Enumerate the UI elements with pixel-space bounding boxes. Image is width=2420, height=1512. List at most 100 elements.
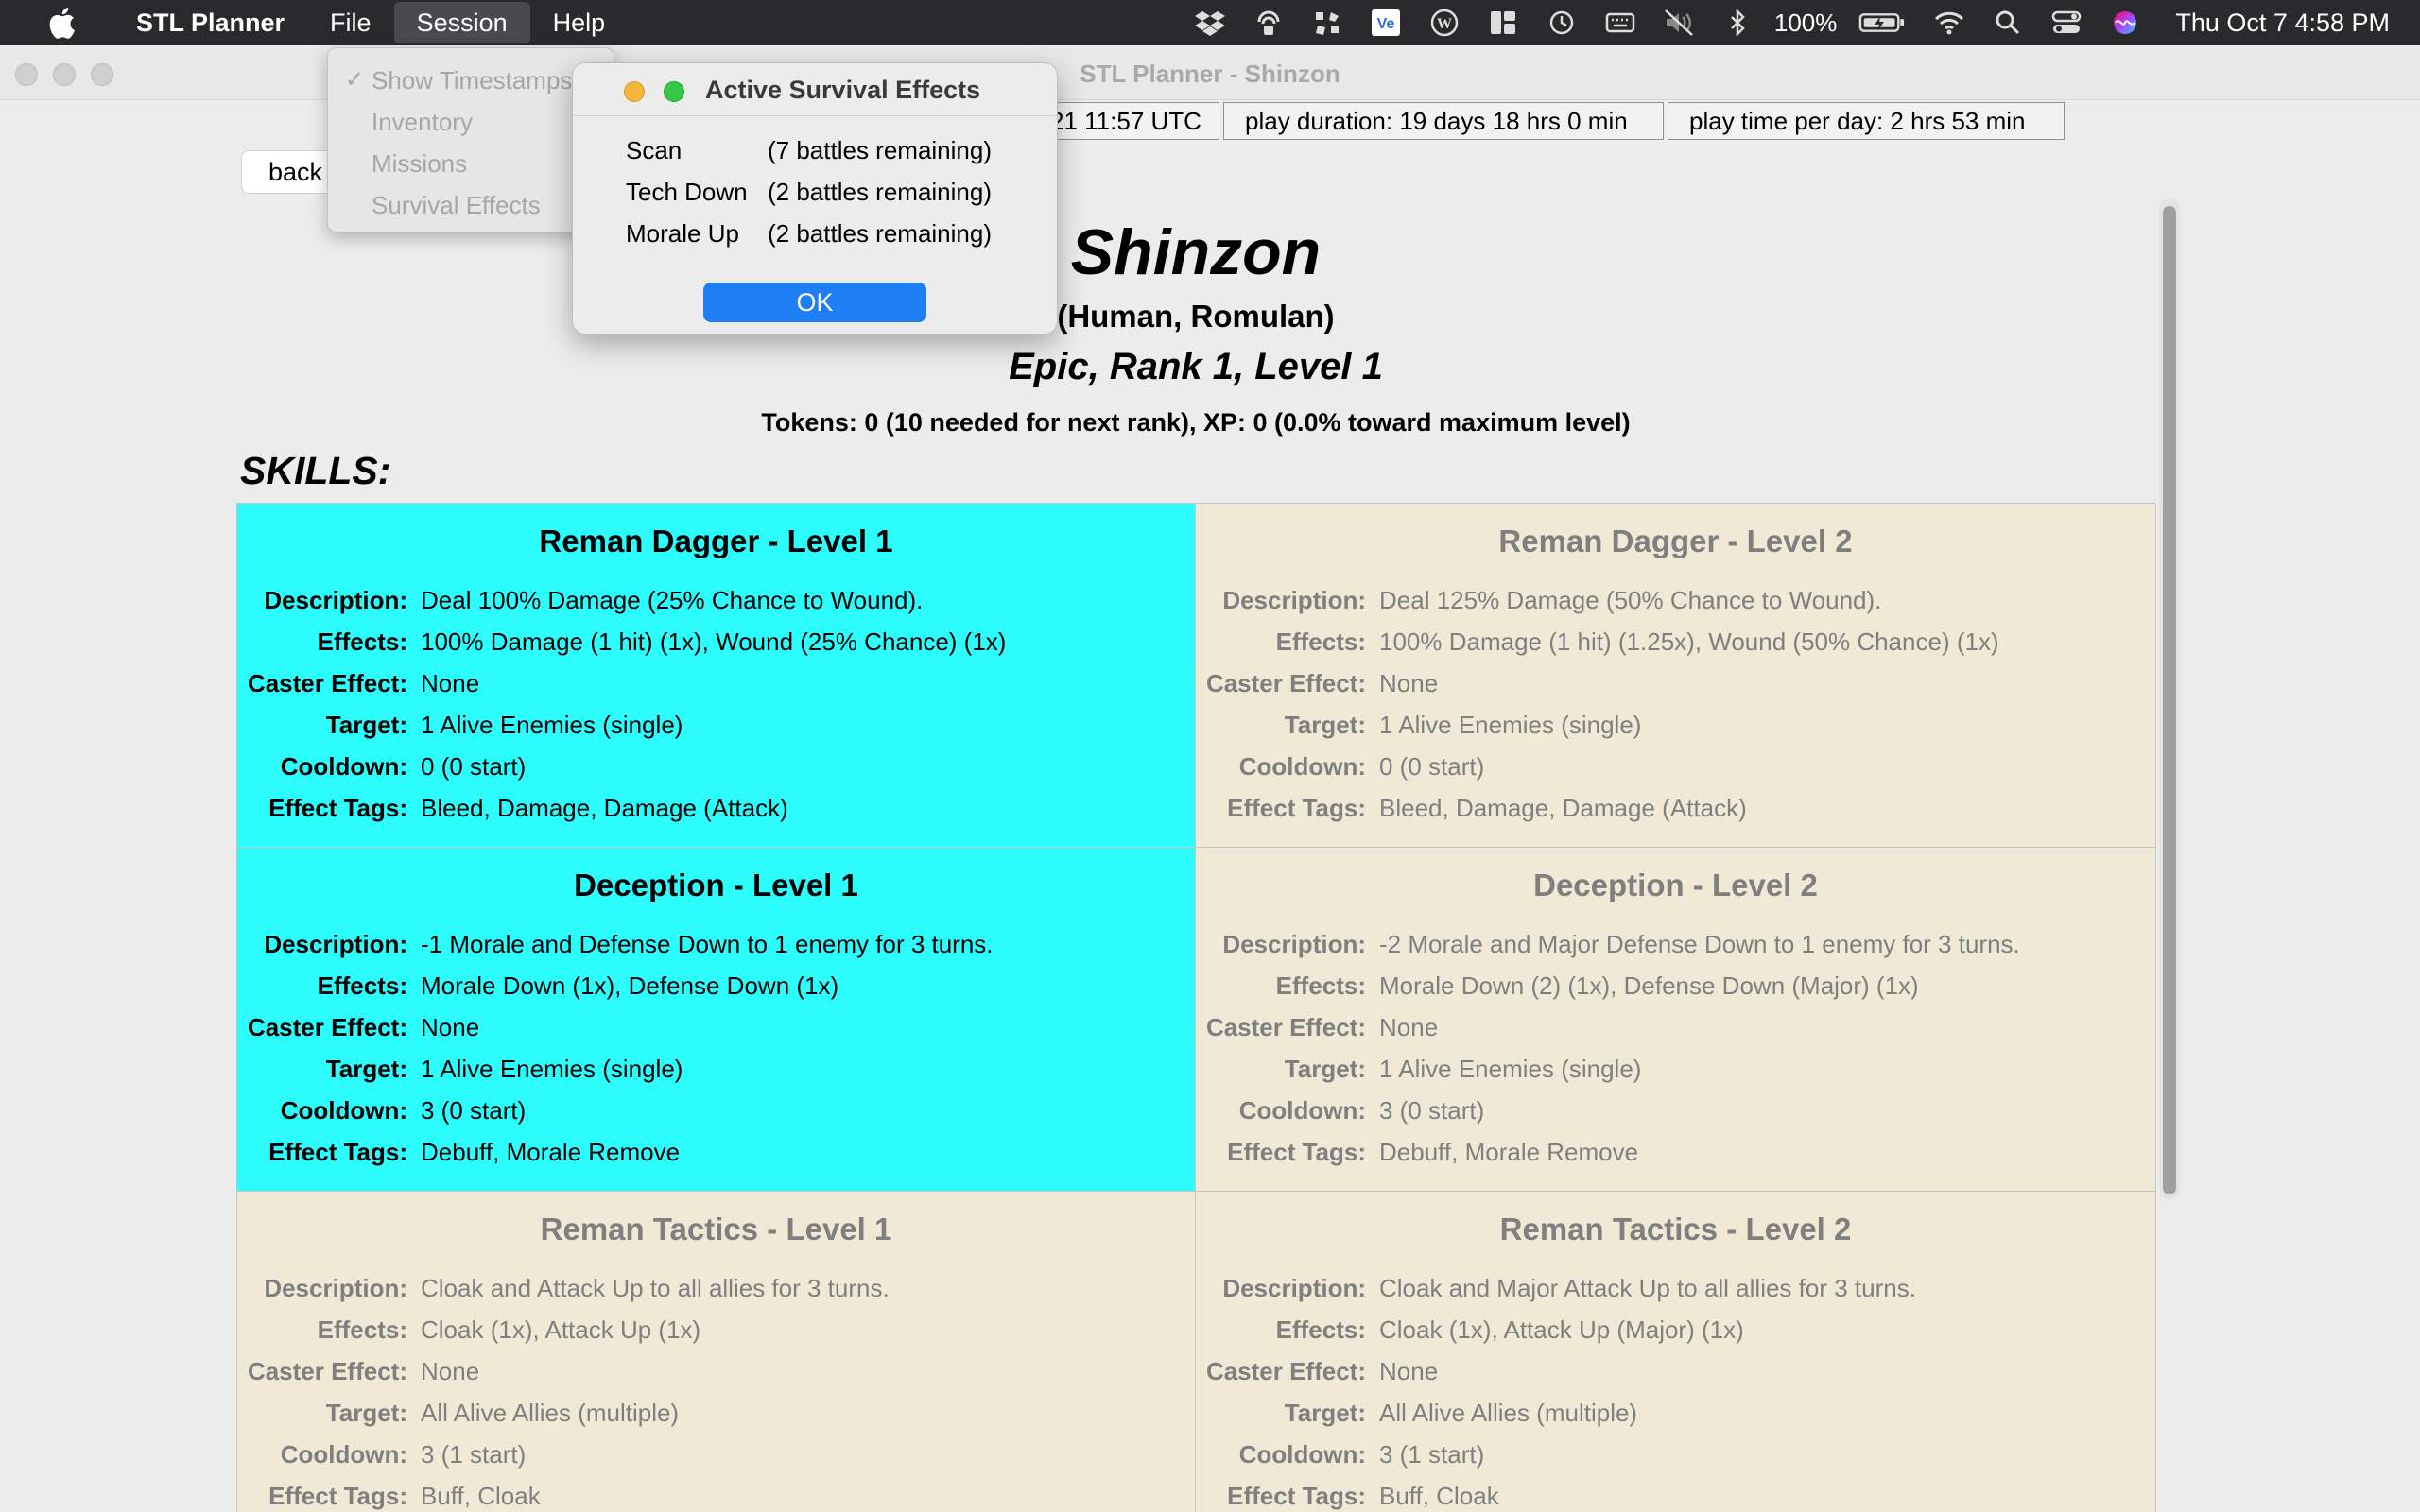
play-duration-box: play duration: 19 days 18 hrs 0 min — [1223, 102, 1664, 140]
effects-label: Effects: — [317, 627, 407, 656]
wifi-icon[interactable] — [1933, 9, 1965, 37]
menu-item-label: Survival Effects — [372, 191, 541, 219]
target-label: Target: — [325, 1399, 407, 1427]
skill-caster-effect: None — [421, 1357, 480, 1385]
menu-item-survival-effects[interactable]: Survival Effects — [328, 184, 614, 226]
radar-icon[interactable] — [1253, 9, 1285, 37]
skill-description: Cloak and Attack Up to all allies for 3 … — [421, 1274, 890, 1302]
target-label: Target: — [325, 1055, 407, 1083]
control-center-icon[interactable] — [2050, 9, 2083, 37]
menu-item-inventory[interactable]: Inventory — [328, 101, 614, 143]
skill-effect-tags: Bleed, Damage, Damage (Attack) — [421, 794, 788, 822]
time-machine-icon[interactable] — [1546, 9, 1578, 37]
skill-target: All Alive Allies (multiple) — [1379, 1399, 1638, 1427]
play-time-per-day-box: play time per day: 2 hrs 53 min — [1668, 102, 2065, 140]
skill-title: Reman Tactics - Level 1 — [540, 1211, 892, 1246]
caster-effect-label: Caster Effect: — [247, 1013, 407, 1041]
app-icon[interactable] — [1311, 9, 1343, 37]
effects-label: Effects: — [317, 971, 407, 1000]
svg-text:Ve: Ve — [1377, 16, 1395, 32]
skill-card[interactable]: Deception - Level 1 Description: -1 Moral… — [237, 848, 1196, 1192]
skill-card[interactable]: Reman Dagger - Level 2 Description: Deal … — [1196, 504, 2156, 848]
layout-icon[interactable] — [1487, 9, 1519, 37]
skill-target: 1 Alive Enemies (single) — [1379, 1055, 1642, 1083]
skill-cooldown: 3 (1 start) — [1379, 1440, 1485, 1469]
wordpress-icon[interactable]: W — [1428, 9, 1461, 37]
description-label: Description: — [264, 1274, 407, 1302]
skill-target: 1 Alive Enemies (single) — [421, 711, 683, 739]
effects-label: Effects: — [1275, 627, 1366, 656]
skill-title: Deception - Level 2 — [1533, 868, 1818, 902]
menubar-clock[interactable]: Thu Oct 7 4:58 PM — [2175, 9, 2390, 38]
description-label: Description: — [1222, 1274, 1366, 1302]
menu-file[interactable]: File — [307, 0, 394, 45]
skill-card[interactable]: Reman Dagger - Level 1 Description: Deal … — [237, 504, 1196, 848]
skill-title: Reman Tactics - Level 2 — [1499, 1211, 1852, 1246]
effect-tags-label: Effect Tags: — [268, 1482, 407, 1510]
menu-session[interactable]: Session — [393, 2, 530, 43]
skill-card[interactable]: Deception - Level 2 Description: -2 Moral… — [1196, 848, 2156, 1192]
vectorworks-icon[interactable]: Ve — [1370, 9, 1402, 37]
target-label: Target: — [1284, 711, 1366, 739]
ok-button[interactable]: OK — [703, 283, 926, 322]
svg-text:W: W — [1437, 16, 1452, 32]
dialog-minimize-button[interactable] — [624, 81, 645, 102]
target-label: Target: — [325, 711, 407, 739]
spotlight-icon[interactable] — [1992, 9, 2024, 37]
menu-app-name[interactable]: STL Planner — [112, 0, 307, 45]
siri-icon[interactable] — [2109, 9, 2141, 37]
skill-card[interactable]: Reman Tactics - Level 2 Description: Cloa… — [1196, 1192, 2156, 1512]
skill-caster-effect: None — [1379, 1357, 1439, 1385]
skill-card[interactable]: Reman Tactics - Level 1 Description: Cloa… — [237, 1192, 1196, 1512]
battery-icon[interactable] — [1858, 9, 1907, 37]
bluetooth-icon[interactable] — [1721, 9, 1754, 37]
dialog-titlebar: Active Survival Effects — [573, 63, 1057, 116]
keyboard-icon[interactable] — [1604, 9, 1636, 37]
effect-tags-label: Effect Tags: — [1227, 794, 1366, 822]
menu-item-show-timestamps[interactable]: ✓ Show Timestamps — [328, 60, 614, 101]
description-label: Description: — [1222, 930, 1366, 958]
skill-caster-effect: None — [1379, 1013, 1439, 1041]
menu-bar: STL Planner File Session Help Ve W 100% … — [0, 0, 2420, 45]
menu-item-label: Show Timestamps — [372, 66, 573, 94]
menu-item-missions[interactable]: Missions — [328, 143, 614, 184]
skill-effect-tags: Bleed, Damage, Damage (Attack) — [1379, 794, 1747, 822]
skill-title: Reman Dagger - Level 1 — [539, 524, 893, 558]
skill-effect-tags: Debuff, Morale Remove — [1379, 1138, 1639, 1166]
skill-description: Deal 125% Damage (50% Chance to Wound). — [1379, 586, 1882, 614]
skill-effect-tags: Buff, Cloak — [421, 1482, 541, 1510]
cooldown-label: Cooldown: — [1238, 752, 1366, 781]
volume-mute-icon[interactable] — [1663, 9, 1695, 37]
effect-remaining: (2 battles remaining) — [768, 219, 992, 248]
skills-heading: SKILLS: — [240, 449, 391, 492]
cooldown-label: Cooldown: — [280, 1096, 407, 1125]
apple-icon[interactable] — [38, 0, 85, 45]
skill-cooldown: 3 (0 start) — [1379, 1096, 1485, 1125]
skill-effects: 100% Damage (1 hit) (1x), Wound (25% Cha… — [421, 627, 1007, 656]
cooldown-label: Cooldown: — [1238, 1096, 1366, 1125]
scrollbar-thumb[interactable] — [2163, 206, 2176, 1194]
skill-cooldown: 0 (0 start) — [421, 752, 527, 781]
effect-tags-label: Effect Tags: — [268, 1138, 407, 1166]
skill-target: All Alive Allies (multiple) — [421, 1399, 680, 1427]
menu-help[interactable]: Help — [530, 0, 629, 45]
cooldown-label: Cooldown: — [280, 752, 407, 781]
skill-caster-effect: None — [1379, 669, 1439, 697]
cooldown-label: Cooldown: — [1238, 1440, 1366, 1469]
checkmark-icon: ✓ — [345, 67, 365, 93]
menu-item-label: Inventory — [372, 108, 473, 136]
effect-tags-label: Effect Tags: — [268, 794, 407, 822]
caster-effect-label: Caster Effect: — [1205, 669, 1366, 697]
effects-label: Effects: — [1275, 1315, 1366, 1344]
dialog-title: Active Survival Effects — [705, 76, 981, 104]
character-species: (Human, Romulan) — [1057, 299, 1335, 334]
cooldown-label: Cooldown: — [280, 1440, 407, 1469]
dropbox-icon[interactable] — [1194, 9, 1226, 37]
effect-tags-label: Effect Tags: — [1227, 1482, 1366, 1510]
dialog-zoom-button[interactable] — [664, 81, 684, 102]
skill-effects: 100% Damage (1 hit) (1.25x), Wound (50% … — [1379, 627, 1999, 656]
skill-caster-effect: None — [421, 669, 480, 697]
skill-target: 1 Alive Enemies (single) — [421, 1055, 683, 1083]
description-label: Description: — [264, 586, 407, 614]
skill-effects: Morale Down (1x), Defense Down (1x) — [421, 971, 839, 1000]
